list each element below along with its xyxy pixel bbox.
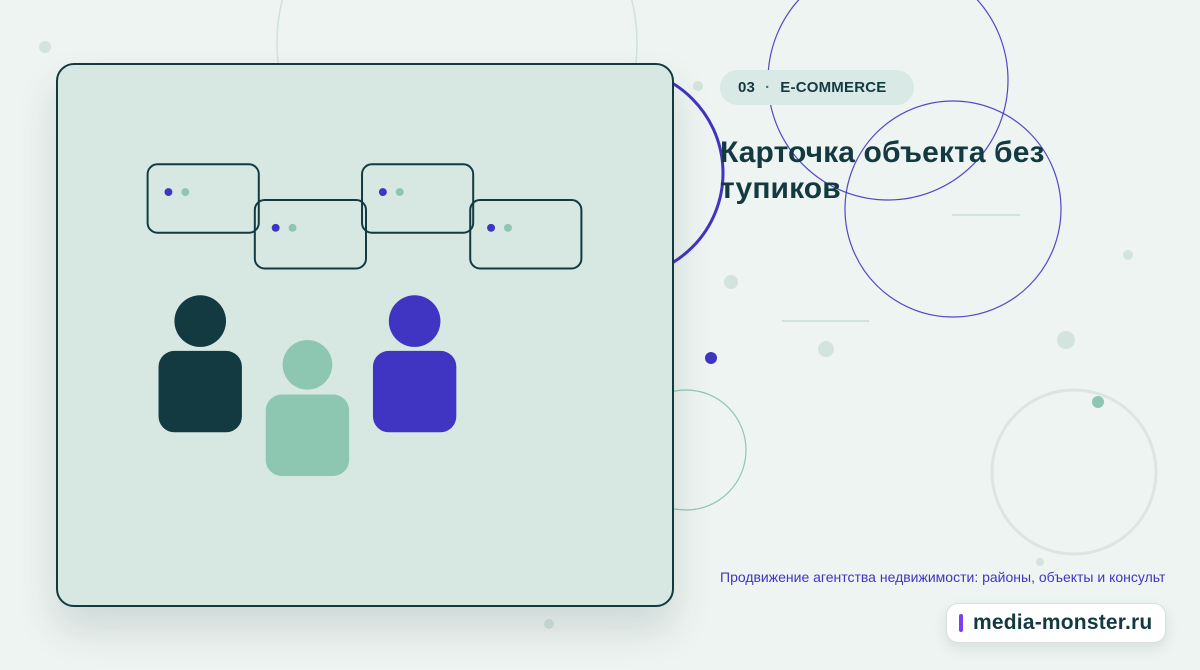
illustration-card xyxy=(56,63,674,607)
category-pill: 03 · E-COMMERCE xyxy=(720,70,915,105)
category-separator: · xyxy=(765,79,771,96)
category-index: 03 xyxy=(738,79,756,96)
person-dark-icon xyxy=(158,295,242,433)
brand-name: media-monster.ru xyxy=(973,611,1153,634)
page-subtitle: Продвижение агентства недвижимости: райо… xyxy=(720,569,1166,585)
category-label: E-COMMERCE xyxy=(780,79,887,96)
people-and-cards-illustration xyxy=(146,163,583,476)
person-purple-icon xyxy=(372,295,457,433)
person-mint-icon xyxy=(265,339,350,476)
brand-badge: media-monster.ru xyxy=(946,603,1166,643)
page-title: Карточка объекта без тупиков xyxy=(720,136,1045,205)
brand-accent-bar xyxy=(959,614,963,632)
